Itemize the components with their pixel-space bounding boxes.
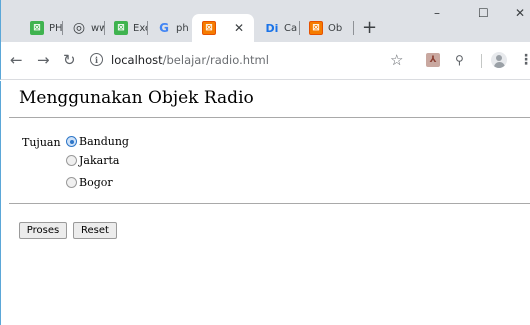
di-icon: Di	[265, 21, 279, 35]
tab-title: Ob	[328, 22, 343, 34]
profile-avatar-icon[interactable]	[491, 52, 507, 68]
pdf-extension-icon[interactable]: ⅄	[426, 53, 440, 67]
xampp-icon: ⊠	[309, 21, 323, 35]
radio-label: Bandung	[79, 135, 129, 148]
radio-option-jakarta[interactable]: Jakarta	[66, 154, 119, 167]
proses-button[interactable]: Proses	[19, 222, 67, 239]
search-extension-icon[interactable]: ⚲	[455, 52, 464, 68]
tab-3[interactable]: ⊠ Exe	[105, 14, 148, 42]
reload-icon[interactable]: ↻	[63, 51, 76, 69]
browser-toolbar: ← → ↻ i localhost/belajar/radio.html ☆ ⅄…	[0, 42, 530, 80]
url-path: /belajar/radio.html	[162, 53, 269, 67]
tab-strip: ⊠ PH ◎ ww ⊠ Exe G ph ⊠ ✕ Di Ca ⊠ Ob + – …	[0, 0, 530, 42]
close-icon[interactable]: ✕	[234, 21, 244, 35]
page-title: Menggunakan Objek Radio	[19, 88, 254, 108]
tujuan-label: Tujuan	[22, 136, 61, 149]
info-icon[interactable]: i	[90, 53, 103, 66]
xampp-green-icon: ⊠	[30, 21, 44, 35]
maximize-button[interactable]: ☐	[478, 6, 489, 20]
tab-1[interactable]: ⊠ PH	[21, 14, 63, 42]
horizontal-rule	[9, 117, 530, 118]
tab-title: Exe	[133, 22, 148, 34]
tab-2[interactable]: ◎ ww	[63, 14, 105, 42]
close-window-button[interactable]: ✕	[515, 6, 525, 20]
google-icon: G	[159, 21, 169, 35]
radio-button[interactable]	[66, 177, 77, 188]
address-bar[interactable]: localhost/belajar/radio.html	[111, 53, 269, 67]
toolbar-divider	[481, 54, 482, 68]
radio-button[interactable]	[66, 155, 77, 166]
radio-label: Bogor	[79, 176, 113, 189]
minimize-button[interactable]: –	[434, 6, 440, 20]
globe-icon: ◎	[72, 20, 86, 36]
radio-option-bandung[interactable]: Bandung	[66, 135, 129, 148]
xampp-icon: ⊠	[202, 21, 216, 35]
new-tab-button[interactable]: +	[362, 17, 377, 39]
tab-title: PH	[49, 22, 63, 34]
tab-4[interactable]: G ph	[148, 14, 192, 42]
tab-title: ph	[176, 22, 189, 34]
radio-label: Jakarta	[79, 154, 120, 167]
tab-separator	[353, 21, 354, 35]
tab-7[interactable]: ⊠ Ob	[300, 14, 354, 42]
tab-title: ww	[91, 22, 105, 34]
radio-button-checked[interactable]	[66, 136, 77, 147]
bookmark-star-icon[interactable]: ☆	[390, 52, 403, 68]
xampp-green-icon: ⊠	[114, 21, 128, 35]
tab-title: Ca	[284, 22, 298, 34]
url-host: localhost	[111, 53, 163, 67]
reset-button[interactable]: Reset	[73, 222, 117, 239]
radio-option-bogor[interactable]: Bogor	[66, 176, 113, 189]
forward-arrow-icon[interactable]: →	[37, 51, 50, 69]
page-content: Menggunakan Objek Radio Tujuan Bandung J…	[0, 81, 530, 325]
horizontal-rule	[9, 203, 530, 204]
back-arrow-icon[interactable]: ←	[10, 51, 23, 69]
tab-active[interactable]: ⊠ ✕	[192, 14, 254, 42]
menu-kebab-icon[interactable]: ⋮	[519, 52, 530, 68]
tab-6[interactable]: Di Ca	[256, 14, 300, 42]
